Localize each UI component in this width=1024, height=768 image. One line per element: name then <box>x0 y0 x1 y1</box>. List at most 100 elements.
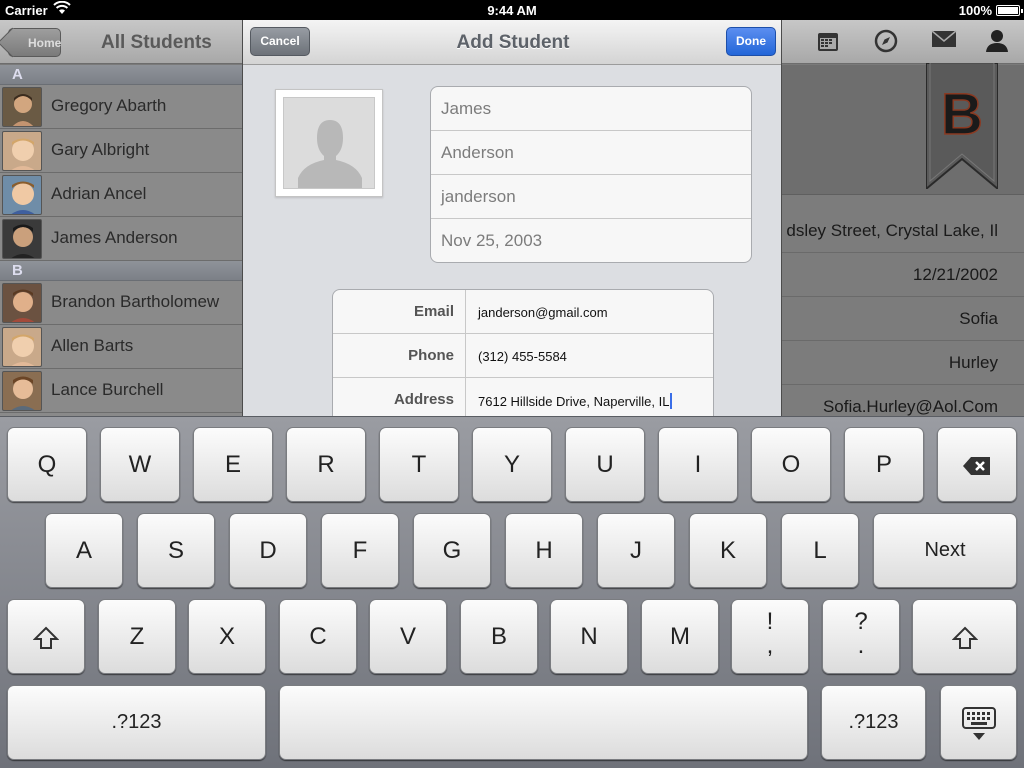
email-row[interactable]: Email janderson@gmail.com <box>333 290 713 334</box>
key-g[interactable]: G <box>413 513 491 588</box>
last-name-field[interactable]: Anderson <box>431 131 751 175</box>
avatar <box>2 327 42 367</box>
key-d[interactable]: D <box>229 513 307 588</box>
student-row[interactable]: Lance Burchell <box>0 369 242 413</box>
student-row[interactable]: Adrian Ancel <box>0 173 242 217</box>
key-bottom-char: . <box>857 632 865 659</box>
student-name: James Anderson <box>51 228 178 247</box>
avatar-placeholder-icon <box>283 97 375 189</box>
key-question-period[interactable]: ? . <box>822 599 900 674</box>
dismiss-keyboard-key[interactable] <box>940 685 1017 760</box>
key-y[interactable]: Y <box>472 427 552 502</box>
space-bar[interactable] <box>279 685 808 760</box>
onscreen-keyboard: Q W E R T Y U I O P A S D F G H J K L Ne… <box>0 416 1024 768</box>
address-row[interactable]: Address 7612 Hillside Drive, Naperville,… <box>333 378 713 416</box>
calendar-icon[interactable] <box>815 29 841 55</box>
key-j[interactable]: J <box>597 513 675 588</box>
right-shift-key[interactable] <box>912 599 1017 674</box>
section-header: B <box>0 261 242 281</box>
key-a[interactable]: A <box>45 513 123 588</box>
key-v[interactable]: V <box>369 599 447 674</box>
key-exclaim-comma[interactable]: ! , <box>731 599 809 674</box>
keyboard-dismiss-icon <box>961 706 996 740</box>
key-z[interactable]: Z <box>98 599 176 674</box>
phone-field[interactable]: (312) 455-5584 <box>478 349 567 364</box>
detail-birthdate: 12/21/2002 <box>782 253 1024 297</box>
key-p[interactable]: P <box>844 427 924 502</box>
avatar <box>2 87 42 127</box>
avatar <box>2 175 42 215</box>
address-field[interactable]: 7612 Hillside Drive, Naperville, IL <box>478 393 673 409</box>
key-f[interactable]: F <box>321 513 399 588</box>
key-n[interactable]: N <box>550 599 628 674</box>
battery-percent: 100% <box>958 3 992 18</box>
left-shift-key[interactable] <box>7 599 85 674</box>
status-bar: Carrier 9:44 AM 100% <box>0 0 1024 20</box>
name-fields-group: James Anderson janderson Nov 25, 2003 <box>430 86 752 263</box>
numbers-key-right[interactable]: .?123 <box>821 685 926 760</box>
key-k[interactable]: K <box>689 513 767 588</box>
student-detail-pane: B dsley Street, Crystal Lake, Il 12/21/2… <box>782 62 1024 429</box>
modal-nav-bar: Cancel Add Student Done <box>243 20 781 65</box>
key-c[interactable]: C <box>279 599 357 674</box>
student-name: Brandon Bartholomew <box>51 292 220 311</box>
key-m[interactable]: M <box>641 599 719 674</box>
student-name: Allen Barts <box>51 336 134 355</box>
detail-address: dsley Street, Crystal Lake, Il <box>782 209 1024 253</box>
backspace-icon <box>963 456 990 475</box>
photo-picker[interactable] <box>275 89 383 197</box>
student-row[interactable]: Brandon Bartholomew <box>0 281 242 325</box>
key-t[interactable]: T <box>379 427 459 502</box>
first-name-field[interactable]: James <box>431 87 751 131</box>
address-label: Address <box>333 378 466 416</box>
avatar <box>2 219 42 259</box>
key-l[interactable]: L <box>781 513 859 588</box>
backspace-key[interactable] <box>937 427 1017 502</box>
add-student-modal: Cancel Add Student Done James Anderson j… <box>242 20 782 416</box>
key-o[interactable]: O <box>751 427 831 502</box>
key-top-char: ? <box>854 608 868 635</box>
next-key[interactable]: Next <box>873 513 1017 588</box>
student-name: Gregory Abarth <box>51 96 167 115</box>
birthdate-field[interactable]: Nov 25, 2003 <box>431 219 751 262</box>
student-name: Gary Albright <box>51 140 150 159</box>
key-i[interactable]: I <box>658 427 738 502</box>
contact-fields-group: Email janderson@gmail.com Phone (312) 45… <box>332 289 714 416</box>
key-u[interactable]: U <box>565 427 645 502</box>
letter-bookmark: B <box>925 62 999 192</box>
text-cursor <box>670 393 673 409</box>
clock: 9:44 AM <box>487 3 537 18</box>
key-b[interactable]: B <box>460 599 538 674</box>
section-header: A <box>0 65 242 85</box>
phone-label: Phone <box>333 334 466 378</box>
modal-title: Add Student <box>456 32 570 53</box>
student-list: A Gregory Abarth Gary Albright Adrian An… <box>0 65 242 416</box>
key-w[interactable]: W <box>100 427 180 502</box>
shift-icon <box>951 626 978 649</box>
student-row[interactable]: Gregory Abarth <box>0 85 242 129</box>
key-s[interactable]: S <box>137 513 215 588</box>
username-field[interactable]: janderson <box>431 175 751 219</box>
key-top-char: ! <box>766 608 774 635</box>
key-x[interactable]: X <box>188 599 266 674</box>
shift-icon <box>32 626 60 649</box>
home-button[interactable]: Home <box>8 28 61 57</box>
key-e[interactable]: E <box>193 427 273 502</box>
key-r[interactable]: R <box>286 427 366 502</box>
done-button[interactable]: Done <box>726 27 776 56</box>
student-row[interactable]: Gary Albright <box>0 129 242 173</box>
mail-icon[interactable] <box>931 29 957 55</box>
student-row[interactable]: James Anderson <box>0 217 242 261</box>
key-h[interactable]: H <box>505 513 583 588</box>
person-icon[interactable] <box>984 29 1010 55</box>
compass-icon[interactable] <box>873 29 899 55</box>
student-row[interactable]: Allen Barts <box>0 325 242 369</box>
numbers-key-left[interactable]: .?123 <box>7 685 266 760</box>
key-bottom-char: , <box>766 632 774 659</box>
email-field[interactable]: janderson@gmail.com <box>478 305 608 320</box>
battery-icon <box>996 5 1023 16</box>
detail-parent-first: Sofia <box>782 297 1024 341</box>
phone-row[interactable]: Phone (312) 455-5584 <box>333 334 713 378</box>
key-q[interactable]: Q <box>7 427 87 502</box>
bookmark-letter: B <box>940 81 983 148</box>
